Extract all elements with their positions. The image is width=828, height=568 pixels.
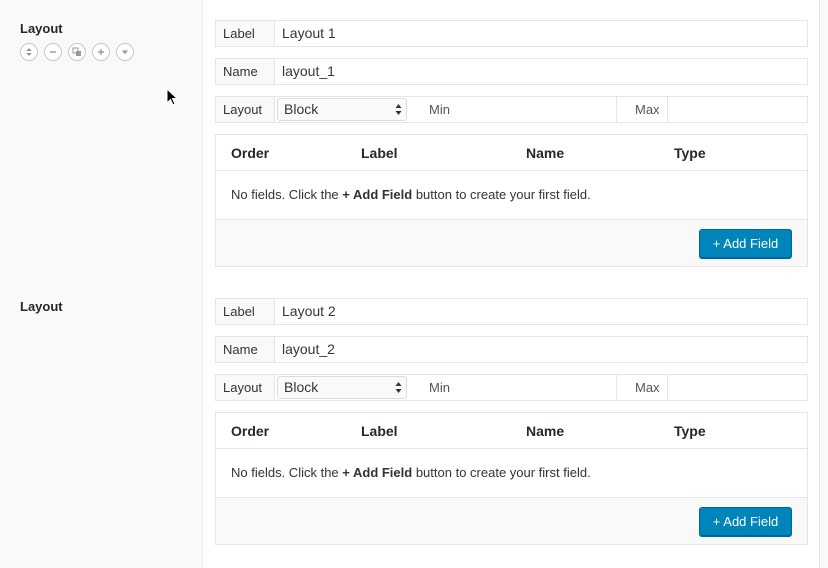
name-row: Name layout_2 — [215, 336, 808, 363]
min-input[interactable] — [422, 375, 617, 400]
label-row-label: Label — [216, 299, 275, 324]
name-row-label: Name — [216, 337, 275, 362]
column-name: Name — [526, 423, 565, 439]
fields-table-header: Order Label Name Type — [216, 135, 807, 171]
select-arrows-icon — [395, 104, 402, 115]
column-type: Type — [674, 423, 706, 439]
column-name: Name — [526, 145, 565, 161]
layout-label-input[interactable]: Layout 2 — [276, 299, 807, 324]
label-row-label: Label — [216, 21, 275, 46]
layout-2-heading: Layout — [20, 299, 63, 314]
fields-table: Order Label Name Type No fields. Click t… — [215, 412, 808, 545]
layout-type-select[interactable]: Block — [277, 376, 407, 399]
layout-type-select[interactable]: Block — [277, 98, 407, 121]
column-order: Order — [231, 145, 270, 161]
column-order: Order — [231, 423, 270, 439]
max-input[interactable] — [668, 375, 807, 400]
name-row: Name layout_1 — [215, 58, 808, 85]
layout-row: Layout Block Min Max — [215, 374, 808, 401]
fields-table-footer: + Add Field — [216, 497, 807, 544]
no-fields-button-ref: + Add Field — [342, 187, 413, 202]
select-arrows-icon — [395, 382, 402, 393]
no-fields-message: No fields. Click the + Add Field button … — [231, 449, 591, 497]
label-row: Label Layout 2 — [215, 298, 808, 325]
no-fields-text: No fields. Click the — [231, 187, 343, 202]
mouse-cursor-icon — [166, 88, 178, 106]
max-label: Max — [635, 102, 660, 117]
layout-name-input[interactable]: layout_1 — [276, 59, 807, 84]
layout-name-input[interactable]: layout_2 — [276, 337, 807, 362]
no-fields-button-ref: + Add Field — [342, 465, 413, 480]
column-type: Type — [674, 145, 706, 161]
add-field-button[interactable]: + Add Field — [699, 507, 792, 536]
layout-row-label: Layout — [216, 97, 275, 122]
no-fields-text-end: button to create your first field. — [412, 187, 591, 202]
no-fields-text-end: button to create your first field. — [412, 465, 591, 480]
collapse-icon[interactable] — [116, 43, 134, 61]
name-row-label: Name — [216, 59, 275, 84]
min-label: Min — [429, 102, 450, 117]
column-label: Label — [361, 423, 398, 439]
layout-type-selected: Block — [284, 101, 319, 117]
fields-table: Order Label Name Type No fields. Click t… — [215, 134, 808, 267]
layout-row: Layout Block Min Max — [215, 96, 808, 123]
column-label: Label — [361, 145, 398, 161]
add-field-button[interactable]: + Add Field — [699, 229, 792, 258]
no-fields-message: No fields. Click the + Add Field button … — [231, 171, 591, 219]
layout-type-selected: Block — [284, 379, 319, 395]
duplicate-icon[interactable] — [68, 43, 86, 61]
layout-meta-column — [7, 0, 203, 568]
max-input[interactable] — [668, 97, 807, 122]
max-label: Max — [635, 380, 660, 395]
label-row: Label Layout 1 — [215, 20, 808, 47]
layout-1-controls — [20, 43, 134, 61]
add-icon[interactable] — [92, 43, 110, 61]
reorder-icon[interactable] — [20, 43, 38, 61]
remove-icon[interactable] — [44, 43, 62, 61]
fields-table-footer: + Add Field — [216, 219, 807, 266]
min-input[interactable] — [422, 97, 617, 122]
layout-label-input[interactable]: Layout 1 — [276, 21, 807, 46]
fields-table-header: Order Label Name Type — [216, 413, 807, 449]
no-fields-text: No fields. Click the — [231, 465, 343, 480]
min-label: Min — [429, 380, 450, 395]
layout-row-label: Layout — [216, 375, 275, 400]
layout-1-heading: Layout — [20, 21, 63, 36]
